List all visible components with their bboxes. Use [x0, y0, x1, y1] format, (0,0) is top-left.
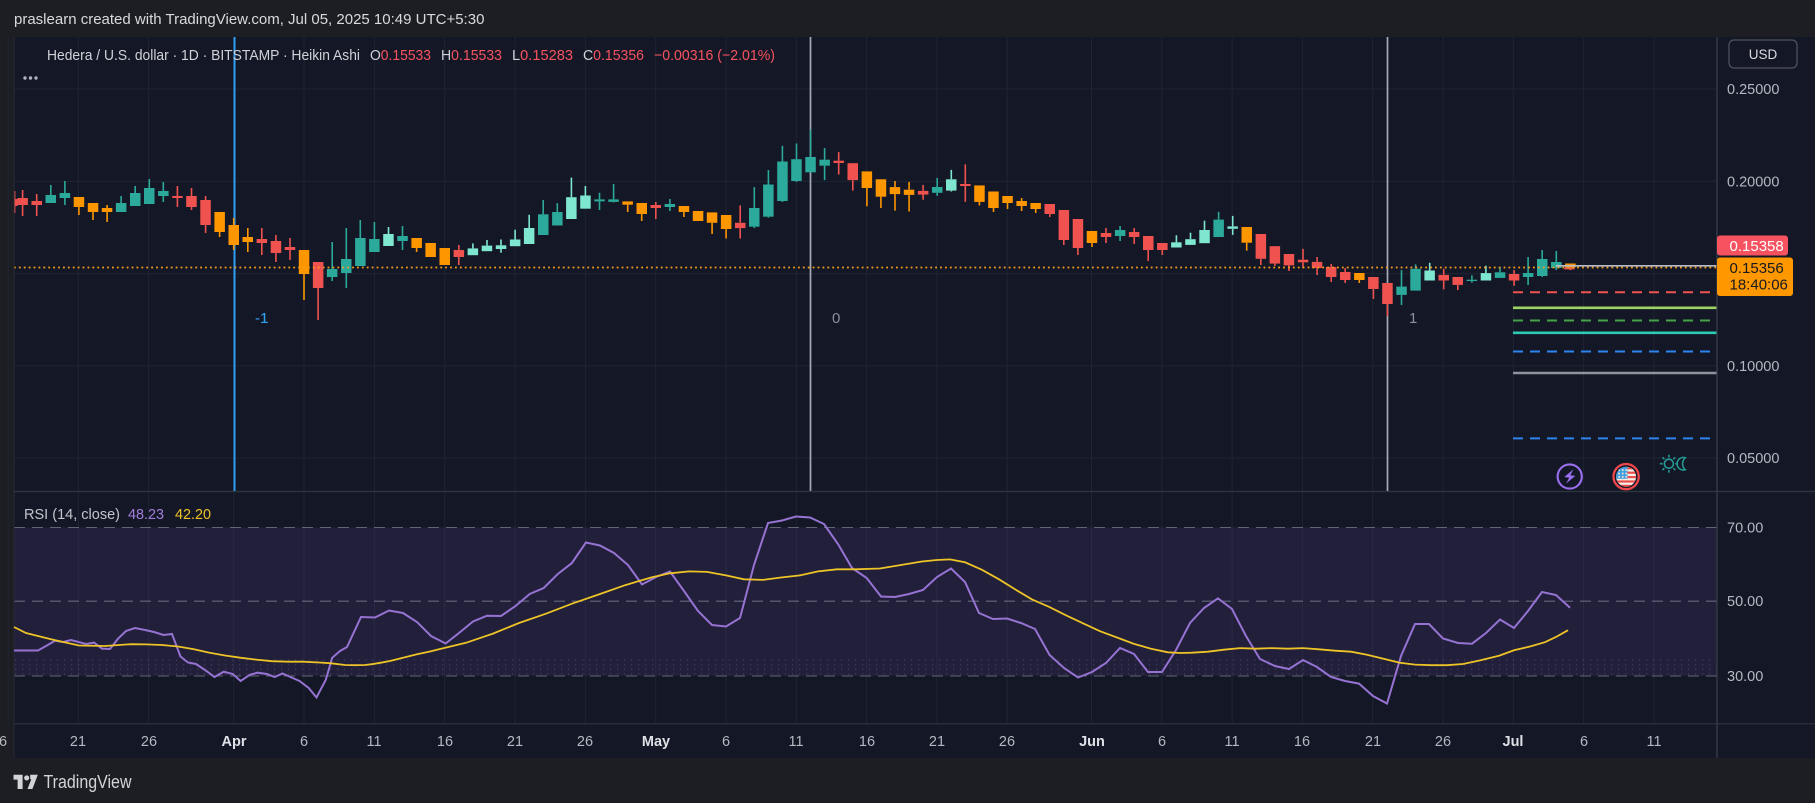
svg-text:H0.15533: H0.15533 — [441, 47, 502, 64]
svg-text:21: 21 — [70, 734, 86, 750]
svg-text:6: 6 — [1158, 734, 1166, 750]
svg-text:RSI (14, close): RSI (14, close) — [24, 506, 120, 523]
svg-text:11: 11 — [366, 734, 381, 750]
svg-text:6: 6 — [722, 734, 730, 750]
svg-text:26: 26 — [141, 734, 157, 750]
svg-text:11: 11 — [1646, 734, 1661, 750]
svg-text:L0.15283: L0.15283 — [512, 47, 573, 64]
svg-text:Hedera / U.S. dollar · 1D · BI: Hedera / U.S. dollar · 1D · BITSTAMP · H… — [47, 47, 360, 64]
svg-text:11: 11 — [788, 734, 803, 750]
svg-text:C0.15356: C0.15356 — [583, 47, 644, 64]
svg-text:70.00: 70.00 — [1727, 521, 1763, 537]
svg-text:48.23: 48.23 — [128, 506, 164, 523]
svg-text:0.10000: 0.10000 — [1727, 359, 1779, 375]
svg-text:6: 6 — [0, 734, 7, 750]
svg-text:−0.00316 (−2.01%): −0.00316 (−2.01%) — [654, 47, 775, 64]
svg-text:50.00: 50.00 — [1727, 594, 1763, 610]
svg-text:16: 16 — [437, 734, 453, 750]
svg-text:30.00: 30.00 — [1727, 669, 1763, 685]
svg-text:18:40:06: 18:40:06 — [1730, 277, 1788, 294]
svg-text:1: 1 — [1409, 310, 1417, 327]
svg-text:26: 26 — [1435, 734, 1451, 750]
svg-text:42.20: 42.20 — [175, 506, 211, 523]
svg-text:0.25000: 0.25000 — [1727, 82, 1779, 98]
svg-text:May: May — [642, 734, 670, 750]
svg-text:26: 26 — [577, 734, 593, 750]
svg-text:21: 21 — [507, 734, 523, 750]
svg-text:6: 6 — [300, 734, 308, 750]
svg-text:21: 21 — [929, 734, 945, 750]
svg-text:11: 11 — [1224, 734, 1239, 750]
svg-text:0.05000: 0.05000 — [1727, 451, 1779, 467]
svg-text:O0.15533: O0.15533 — [370, 47, 431, 64]
svg-text:-1: -1 — [255, 310, 268, 327]
svg-text:6: 6 — [1580, 734, 1588, 750]
svg-text:0.15356: 0.15356 — [1730, 260, 1784, 277]
svg-text:0: 0 — [832, 310, 840, 327]
svg-text:0.20000: 0.20000 — [1727, 174, 1779, 190]
svg-text:Apr: Apr — [222, 734, 247, 750]
svg-text:praslearn created with Trading: praslearn created with TradingView.com, … — [14, 11, 484, 28]
svg-text:USD: USD — [1749, 47, 1778, 62]
svg-text:Jun: Jun — [1079, 734, 1105, 750]
svg-text:0.15358: 0.15358 — [1730, 238, 1784, 255]
svg-text:26: 26 — [999, 734, 1015, 750]
svg-text:16: 16 — [1294, 734, 1310, 750]
svg-text:TradingView: TradingView — [44, 771, 133, 792]
svg-text:16: 16 — [859, 734, 875, 750]
svg-text:Jul: Jul — [1503, 734, 1524, 750]
svg-text:21: 21 — [1365, 734, 1381, 750]
